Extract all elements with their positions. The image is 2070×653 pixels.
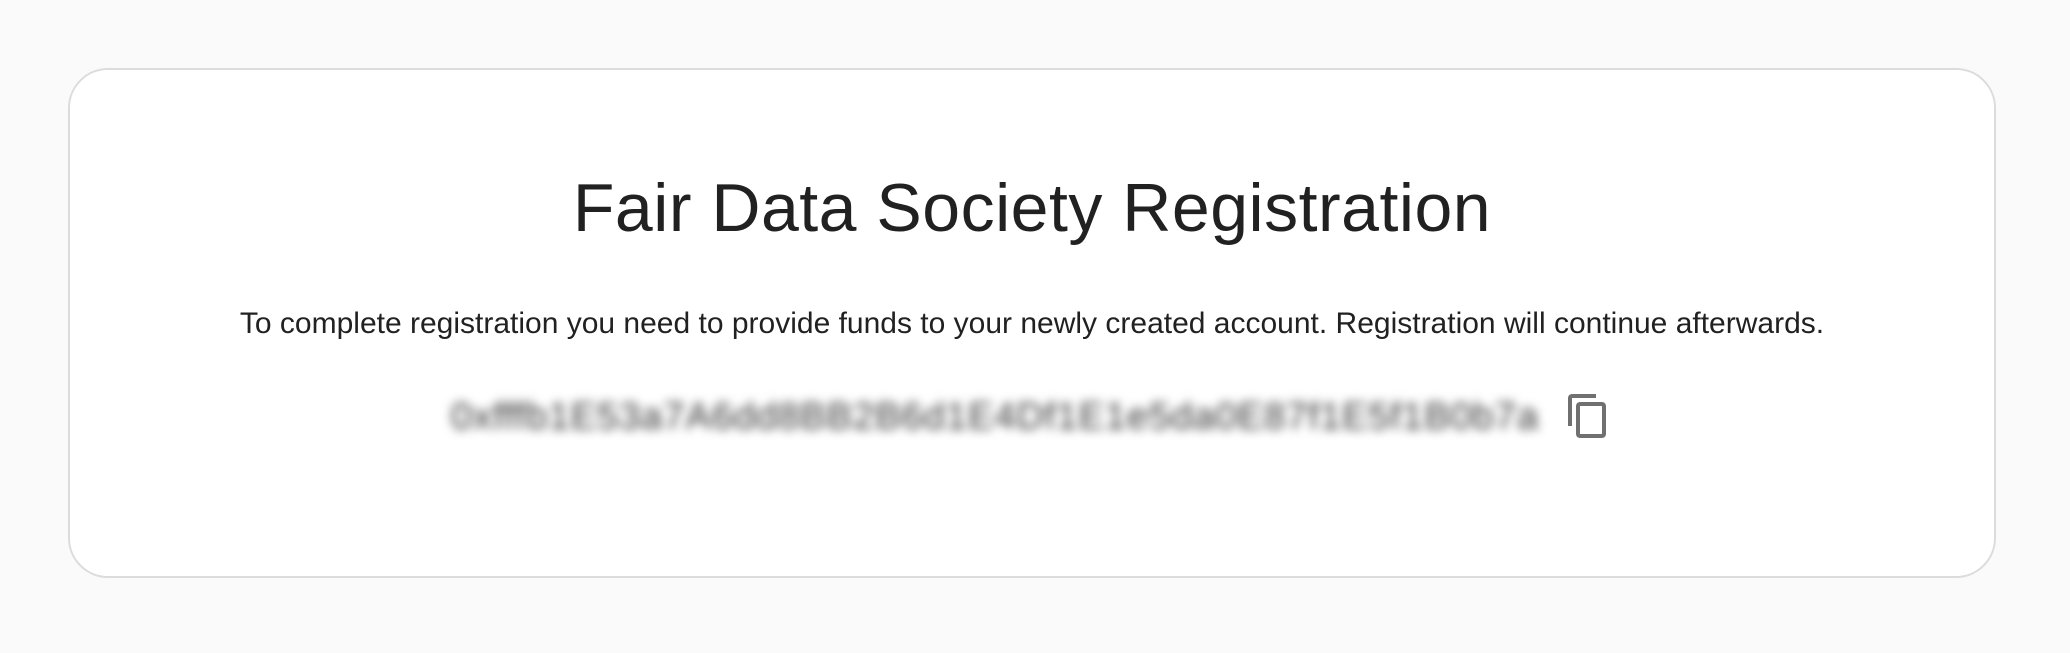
registration-card: Fair Data Society Registration To comple… [68,68,1996,578]
account-address[interactable]: 0xfffb1E53a7A6dd8BB2B6d1E4Df1E1e5da0E87f… [451,396,1539,439]
copy-address-button[interactable] [1563,392,1613,442]
registration-instructions: To complete registration you need to pro… [239,307,1825,340]
copy-icon [1564,392,1612,443]
account-address-row: 0xfffb1E53a7A6dd8BB2B6d1E4Df1E1e5da0E87f… [451,392,1613,442]
page-title: Fair Data Society Registration [572,170,1492,246]
